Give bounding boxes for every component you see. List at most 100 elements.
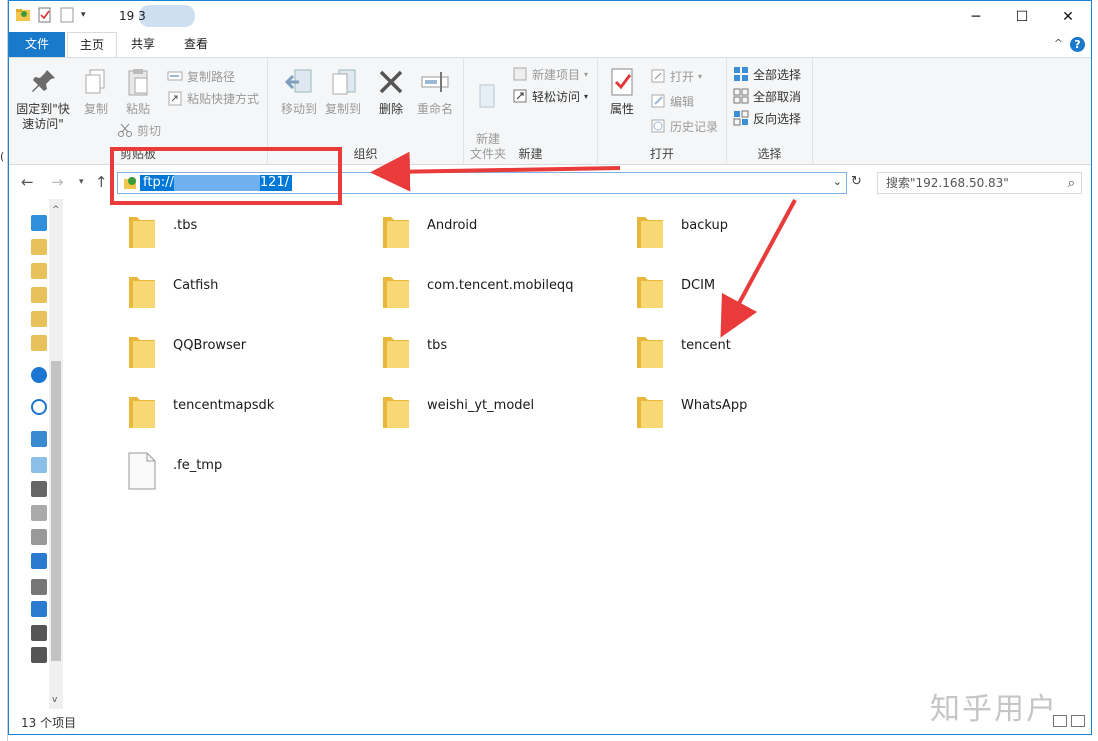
invert-selection-icon — [733, 110, 749, 126]
explorer-app-icon — [16, 9, 30, 21]
maximize-button[interactable]: ☐ — [999, 1, 1045, 32]
drive-icon[interactable] — [31, 647, 47, 663]
onedrive-icon[interactable] — [31, 367, 47, 383]
history-icon — [651, 119, 665, 133]
search-placeholder: 搜索"192.168.50.83" — [886, 176, 1009, 190]
list-item[interactable]: Catfish — [117, 261, 371, 313]
open-button[interactable]: 打开 ▾ — [650, 66, 702, 86]
paste-button[interactable]: 粘贴 — [115, 66, 161, 117]
folder-icon — [637, 397, 663, 428]
list-item[interactable]: QQBrowser — [117, 321, 371, 373]
recent-locations-icon[interactable]: ▾ — [79, 177, 84, 187]
quick-folder-icon[interactable] — [31, 311, 47, 327]
list-item[interactable]: weishi_yt_model — [371, 381, 625, 433]
select-none-button[interactable]: 全部取消 — [733, 86, 801, 106]
videos-icon[interactable] — [31, 481, 47, 497]
cut-button[interactable]: 剪切 — [117, 120, 161, 140]
pictures-icon[interactable] — [31, 505, 47, 521]
list-item[interactable]: Android — [371, 201, 625, 253]
copy-to-icon — [332, 69, 356, 95]
new-item-icon — [513, 67, 527, 81]
move-to-icon — [284, 69, 312, 93]
copy-to-button[interactable]: 复制到 — [320, 66, 366, 117]
edit-button[interactable]: 编辑 — [650, 91, 694, 111]
delete-button[interactable]: 删除 — [368, 66, 414, 117]
scroll-up-icon[interactable]: ^ — [52, 205, 60, 215]
drive-icon[interactable] — [31, 625, 47, 641]
copy-icon — [85, 69, 105, 94]
redacted-title-block — [139, 5, 195, 27]
copy-path-icon — [167, 71, 183, 81]
quick-folder-icon[interactable] — [31, 335, 47, 351]
scissors-icon — [118, 123, 132, 137]
paste-shortcut-icon — [168, 91, 182, 106]
new-item-button[interactable]: 新建项目 ▾ — [512, 64, 588, 84]
list-item[interactable]: backup — [625, 201, 879, 253]
list-item[interactable]: tencentmapsdk — [117, 381, 371, 433]
nav-scrollbar-thumb[interactable] — [51, 361, 61, 661]
documents-icon[interactable] — [31, 529, 47, 545]
tab-file[interactable]: 文件 — [9, 32, 65, 57]
paste-shortcut-button[interactable]: 粘贴快捷方式 — [167, 88, 259, 108]
properties-button[interactable]: 属性 — [602, 66, 642, 117]
up-arrow-icon[interactable]: ↑ — [95, 173, 108, 191]
easy-access-dropdown-icon: ▾ — [584, 91, 589, 101]
easy-access-button[interactable]: 轻松访问 ▾ — [512, 86, 588, 106]
minimize-button[interactable]: ─ — [953, 1, 999, 32]
new-folder-icon[interactable] — [59, 7, 75, 23]
folder-icon — [129, 397, 155, 428]
copy-path-button[interactable]: 复制路径 — [167, 66, 235, 86]
list-item[interactable]: com.tencent.mobileqq — [371, 261, 625, 313]
tab-view[interactable]: 查看 — [172, 32, 220, 57]
select-none-icon — [733, 88, 749, 104]
search-box[interactable]: 搜索"192.168.50.83" ⌕ — [877, 172, 1082, 194]
invert-selection-button[interactable]: 反向选择 — [733, 108, 801, 128]
dropbox-icon[interactable] — [31, 215, 47, 231]
list-item[interactable]: WhatsApp — [625, 381, 879, 433]
status-item-count: 13 个项目 — [21, 716, 77, 730]
quick-folder-icon[interactable] — [31, 239, 47, 255]
forward-arrow-icon[interactable]: → — [51, 173, 64, 191]
desktop-icon[interactable] — [31, 601, 47, 617]
objects-icon[interactable] — [31, 457, 47, 473]
downloads-icon[interactable] — [31, 553, 47, 569]
open-dropdown-icon: ▾ — [698, 71, 703, 81]
tab-share[interactable]: 共享 — [119, 32, 167, 57]
list-item[interactable]: .tbs — [117, 201, 371, 253]
properties-check-icon — [611, 68, 633, 96]
cloud-icon[interactable] — [31, 399, 47, 415]
this-pc-icon[interactable] — [31, 431, 47, 447]
folder-icon — [637, 277, 663, 308]
move-to-button[interactable]: 移动到 — [276, 66, 322, 117]
pin-icon — [32, 70, 55, 92]
list-item[interactable]: .fe_tmp — [117, 441, 371, 493]
collapse-ribbon-icon[interactable]: ^ — [1054, 37, 1063, 50]
list-item[interactable]: tbs — [371, 321, 625, 373]
list-item[interactable]: tencent — [625, 321, 879, 373]
navigation-pane: ^ v — [9, 199, 64, 709]
rename-button[interactable]: 重命名 — [412, 66, 458, 117]
properties-icon[interactable] — [37, 7, 53, 23]
back-arrow-icon[interactable]: ← — [21, 173, 34, 191]
qat-dropdown-icon[interactable]: ▾ — [81, 10, 86, 20]
annotation-highlight-box — [110, 147, 342, 205]
list-item[interactable]: DCIM — [625, 261, 879, 313]
pin-quick-access-button[interactable]: 固定到"快速访问" — [15, 66, 71, 132]
watermark: 知乎用户 — [930, 692, 1058, 727]
history-button[interactable]: 历史记录 — [650, 116, 718, 136]
select-all-button[interactable]: 全部选择 — [733, 64, 801, 84]
quick-folder-icon[interactable] — [31, 263, 47, 279]
quick-folder-icon[interactable] — [31, 287, 47, 303]
help-icon[interactable]: ? — [1070, 37, 1085, 52]
tab-home[interactable]: 主页 — [67, 32, 118, 57]
copy-button[interactable]: 复制 — [73, 66, 119, 117]
scroll-down-icon[interactable]: v — [52, 695, 57, 705]
address-dropdown-icon[interactable]: ⌄ — [833, 175, 842, 188]
search-icon[interactable]: ⌕ — [1068, 174, 1075, 194]
folder-icon — [129, 337, 155, 368]
refresh-icon[interactable]: ↻ — [851, 174, 862, 189]
background-window-strip: ( — [0, 0, 8, 741]
large-icons-view-icon[interactable] — [1071, 715, 1085, 727]
close-button[interactable]: ✕ — [1045, 1, 1091, 32]
music-icon[interactable] — [31, 579, 47, 595]
